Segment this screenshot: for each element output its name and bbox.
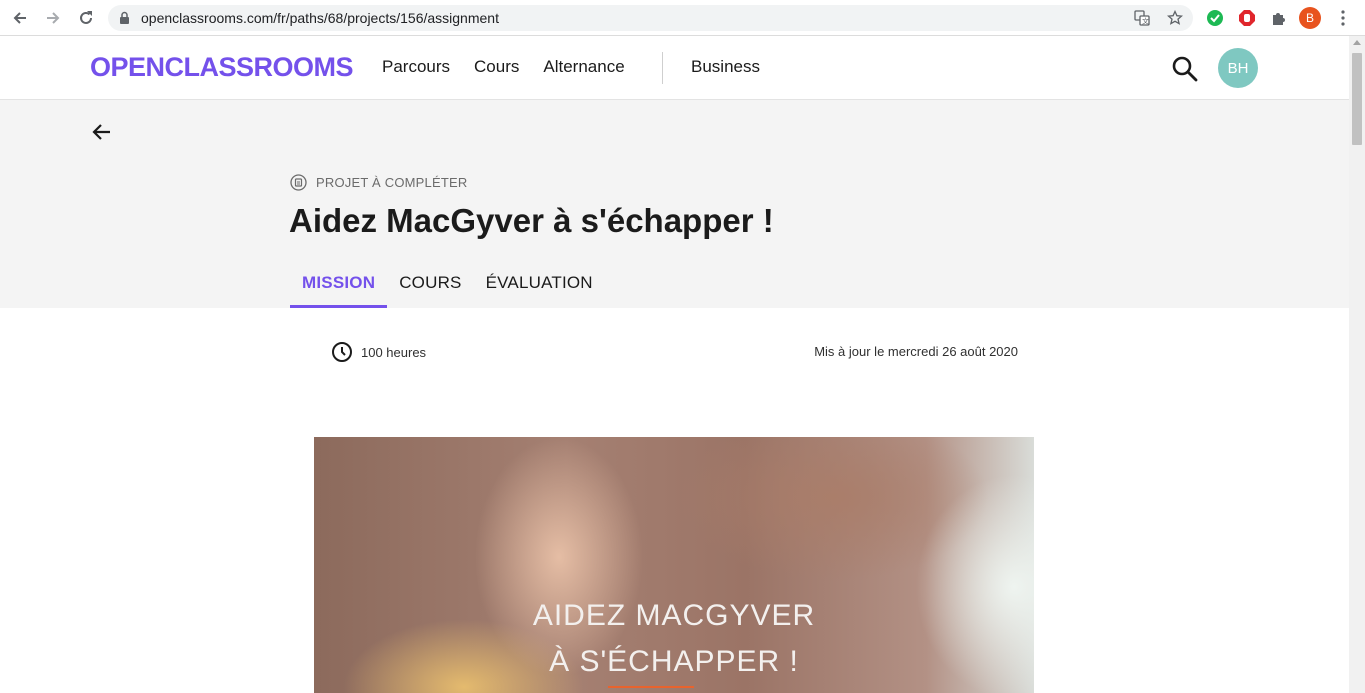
project-hero: PROJET À COMPLÉTER Aidez MacGyver à s'éc… — [0, 100, 1349, 308]
banner-title-line2: À S'ÉCHAPPER ! — [549, 645, 799, 678]
project-icon — [290, 174, 307, 191]
kicker-label: PROJET À COMPLÉTER — [316, 175, 468, 190]
nav-cours[interactable]: Cours — [474, 57, 519, 77]
puzzle-icon[interactable] — [1268, 7, 1290, 29]
banner-underline — [608, 686, 694, 688]
nav-alternance[interactable]: Alternance — [543, 57, 624, 77]
nav-business[interactable]: Business — [691, 57, 760, 77]
project-tabs: MISSION COURS ÉVALUATION — [290, 270, 605, 308]
profile-avatar-icon[interactable]: B — [1299, 7, 1321, 29]
main-nav: Parcours Cours Alternance — [382, 57, 649, 77]
check-extension-icon[interactable] — [1204, 7, 1226, 29]
lock-icon — [119, 11, 130, 30]
url-text: openclassrooms.com/fr/paths/68/projects/… — [141, 10, 499, 26]
duration-text: 100 heures — [361, 344, 427, 360]
duration: 100 heures — [331, 341, 426, 363]
back-icon[interactable] — [8, 6, 32, 30]
back-arrow-icon[interactable] — [91, 122, 113, 142]
last-updated: Mis à jour le mercredi 26 août 2020 — [814, 344, 1018, 359]
search-icon[interactable] — [1171, 55, 1199, 83]
forward-icon[interactable] — [41, 6, 65, 30]
page-title: Aidez MacGyver à s'échapper ! — [289, 202, 774, 239]
tab-evaluation[interactable]: ÉVALUATION — [474, 270, 605, 308]
browser-toolbar: openclassrooms.com/fr/paths/68/projects/… — [0, 0, 1365, 36]
clock-icon — [331, 341, 353, 363]
address-bar[interactable]: openclassrooms.com/fr/paths/68/projects/… — [108, 5, 1193, 31]
project-banner-image: AIDEZ MACGYVER À S'ÉCHAPPER ! — [314, 437, 1034, 693]
svg-text:文: 文 — [1142, 17, 1149, 26]
tab-cours[interactable]: COURS — [387, 270, 473, 308]
kebab-menu-icon[interactable] — [1332, 7, 1354, 29]
project-kicker: PROJET À COMPLÉTER — [290, 174, 467, 191]
scroll-up-icon[interactable] — [1353, 40, 1361, 45]
reload-icon[interactable] — [74, 6, 98, 30]
site-header: OPENCLASSROOMS Parcours Cours Alternance… — [0, 36, 1349, 100]
tab-mission[interactable]: MISSION — [290, 270, 388, 308]
scroll-thumb[interactable] — [1352, 53, 1362, 145]
project-meta: 100 heures Mis à jour le mercredi 26 aoû… — [331, 341, 1021, 363]
translate-icon[interactable]: 文 — [1133, 9, 1151, 27]
user-avatar[interactable]: BH — [1218, 48, 1258, 88]
openclassrooms-logo[interactable]: OPENCLASSROOMS — [90, 52, 354, 83]
adblock-extension-icon[interactable] — [1236, 7, 1258, 29]
nav-divider — [662, 52, 663, 84]
banner-title-line1: AIDEZ MACGYVER — [532, 599, 816, 632]
page-scrollbar[interactable] — [1349, 36, 1365, 693]
nav-parcours[interactable]: Parcours — [382, 57, 450, 77]
star-icon[interactable] — [1166, 9, 1184, 27]
